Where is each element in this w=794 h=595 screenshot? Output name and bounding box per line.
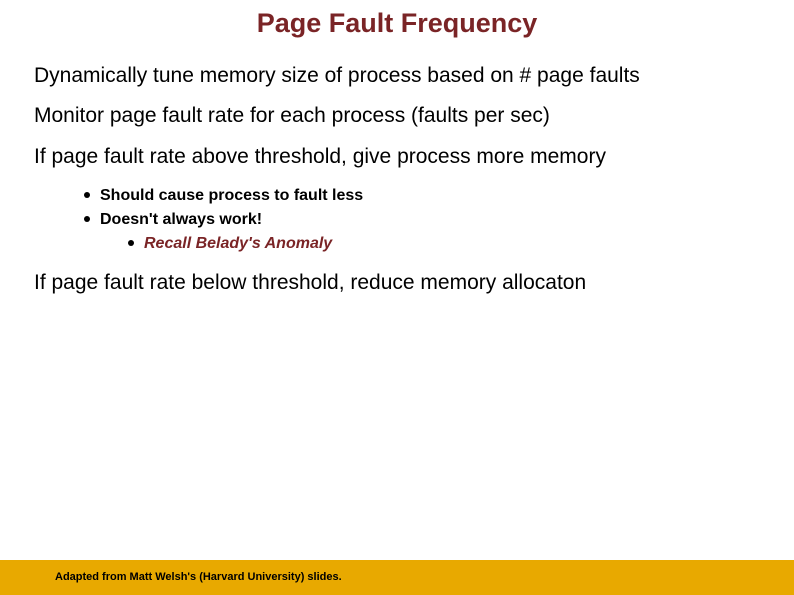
footer-bar: Adapted from Matt Welsh's (Harvard Unive… bbox=[0, 560, 794, 595]
slide-content: Dynamically tune memory size of process … bbox=[0, 63, 794, 296]
slide: Page Fault Frequency Dynamically tune me… bbox=[0, 0, 794, 595]
bullet-point: If page fault rate above threshold, give… bbox=[34, 144, 764, 170]
subsub-bullet-text: Recall Belady's Anomaly bbox=[144, 235, 332, 252]
sub-bullet-text: Doesn't always work! bbox=[100, 211, 262, 228]
bullet-point: If page fault rate below threshold, redu… bbox=[34, 270, 764, 296]
sub-list: Should cause process to fault less Doesn… bbox=[34, 184, 764, 256]
footer-text: Adapted from Matt Welsh's (Harvard Unive… bbox=[55, 571, 342, 583]
subsub-list: Recall Belady's Anomaly bbox=[100, 232, 764, 256]
slide-title: Page Fault Frequency bbox=[0, 0, 794, 49]
bullet-point: Monitor page fault rate for each process… bbox=[34, 103, 764, 129]
sub-bullet-text: Should cause process to fault less bbox=[100, 187, 363, 204]
subsub-bullet: Recall Belady's Anomaly bbox=[128, 232, 764, 256]
sub-bullet: Doesn't always work! Recall Belady's Ano… bbox=[84, 208, 764, 256]
bullet-point: Dynamically tune memory size of process … bbox=[34, 63, 764, 89]
sub-bullet: Should cause process to fault less bbox=[84, 184, 764, 208]
